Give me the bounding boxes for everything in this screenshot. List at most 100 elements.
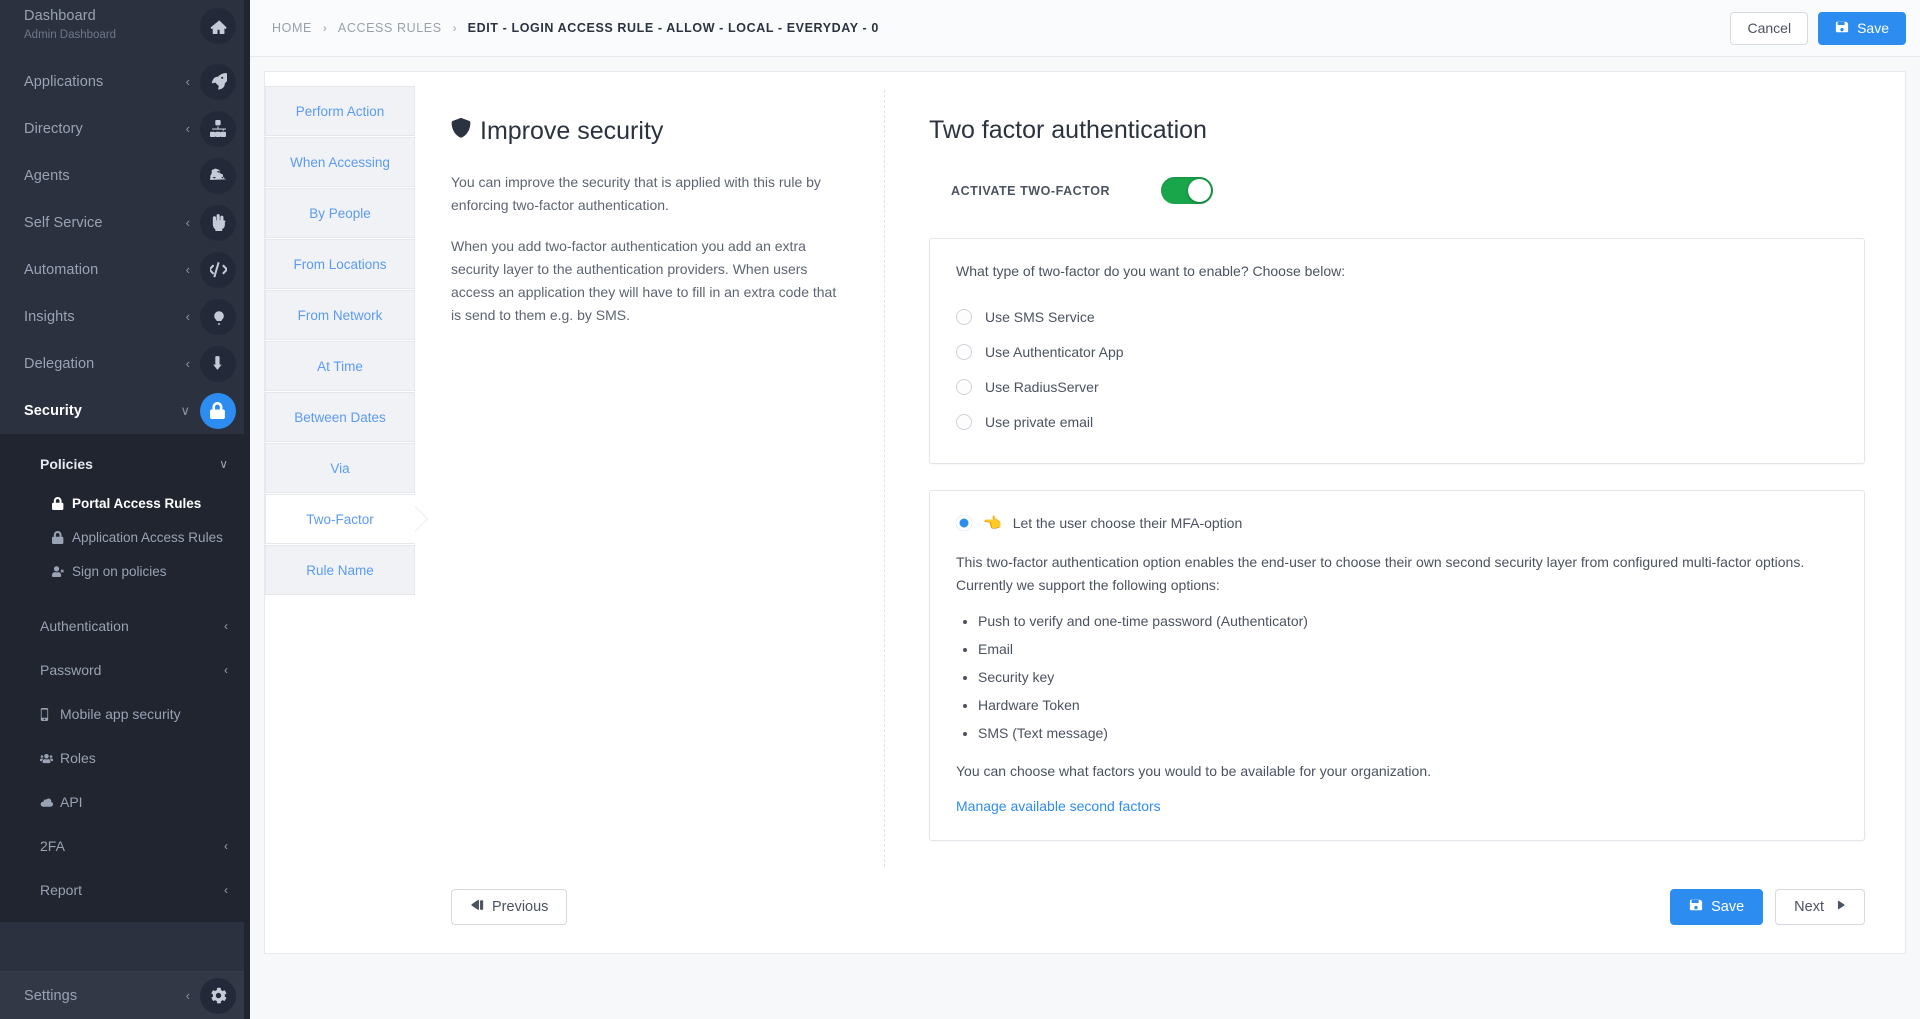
breadcrumb-item[interactable]: HOME [272, 21, 312, 35]
sidebar-section-policies[interactable]: Policies ∨ [0, 442, 250, 486]
radio-option-use-authenticator-app[interactable]: Use Authenticator App [956, 334, 1838, 369]
chevron-left-icon: ‹ [185, 356, 190, 371]
radio-button[interactable] [956, 308, 972, 325]
manage-second-factors-link[interactable]: Manage available second factors [956, 798, 1161, 814]
footer-right-actions: Save Next [1670, 889, 1865, 926]
sidebar-item-automation[interactable]: Automation ‹ [0, 246, 250, 293]
sidebar-bottom: Settings ‹ [0, 971, 250, 1019]
sidebar-item-mobile-app-security[interactable]: Mobile app security [0, 692, 250, 736]
radio-button[interactable] [956, 413, 972, 430]
sidebar-item-delegation[interactable]: Delegation ‹ [0, 340, 250, 387]
wizard-step-from-locations[interactable]: From Locations [265, 239, 415, 289]
sidebar-item-label: Self Service [24, 214, 103, 231]
sidebar-item-label: Agents [24, 167, 70, 184]
two-factor-title: Two factor authentication [929, 116, 1207, 144]
mfa-option-header[interactable]: 👈 Let the user choose their MFA-option [956, 515, 1838, 531]
sidebar-item-roles[interactable]: Roles [0, 736, 250, 780]
sidebar-item-label: Mobile app security [60, 706, 181, 722]
radio-option-use-radiusserver[interactable]: Use RadiusServer [956, 369, 1838, 404]
activate-two-factor-row: ACTIVATE TWO-FACTOR [929, 177, 1865, 204]
cubes-icon [200, 157, 236, 194]
wizard-step-when-accessing[interactable]: When Accessing [265, 137, 415, 187]
chevron-left-icon: ‹ [185, 121, 190, 136]
improve-security-paragraph-1: You can improve the security that is app… [451, 174, 821, 214]
wizard-step-rule-name[interactable]: Rule Name [265, 545, 415, 595]
wizard-step-perform-action[interactable]: Perform Action [265, 86, 415, 136]
radio-option-use-sms-service[interactable]: Use SMS Service [956, 299, 1838, 334]
sidebar-section-authentication[interactable]: Authentication ‹ [0, 604, 250, 648]
sidebar-item-applications[interactable]: Applications ‹ [0, 58, 250, 105]
chevron-down-icon: ∨ [219, 457, 228, 471]
radio-option-use-private-email[interactable]: Use private email [956, 404, 1838, 439]
sidebar-item-sublabel: Admin Dashboard [24, 29, 117, 41]
sidebar-item-insights[interactable]: Insights ‹ [0, 293, 250, 340]
wizard-steps: Perform Action When Accessing By People Fro… [265, 72, 415, 953]
wizard-step-at-time[interactable]: At Time [265, 341, 415, 391]
sidebar-item-directory[interactable]: Directory ‹ [0, 105, 250, 152]
wizard-step-via[interactable]: Via [265, 443, 415, 493]
sidebar-item-api[interactable]: API [0, 780, 250, 824]
improve-security-title-text: Improve security [480, 117, 664, 145]
floppy-icon [1689, 898, 1703, 916]
home-icon [200, 8, 236, 44]
gear-icon [200, 977, 236, 1014]
sidebar-item-settings[interactable]: Settings ‹ [0, 972, 250, 1019]
sidebar-section-password[interactable]: Password ‹ [0, 648, 250, 692]
sidebar-item-security[interactable]: Security ∨ [0, 387, 250, 434]
sidebar-section-report[interactable]: Report ‹ [0, 868, 250, 912]
floppy-icon [1835, 20, 1849, 37]
sidebar-item-label: Automation [24, 261, 99, 278]
two-factor-type-box: What type of two-factor do you want to e… [929, 238, 1865, 464]
sidebar-security-submenu: Policies ∨ Portal Access Rules Applicatio… [0, 434, 250, 922]
save-button[interactable]: Save [1818, 11, 1906, 45]
user-times-icon [52, 565, 65, 578]
mfa-option-item: SMS (Text message) [978, 724, 1838, 744]
radio-button[interactable] [956, 343, 972, 360]
sidebar-sub-sections: Authentication ‹ Password ‹ [0, 604, 250, 692]
mfa-supported-options: Push to verify and one-time password (Au… [978, 612, 1838, 743]
sidebar: Dashboard Admin Dashboard Applications ‹ Dir… [0, 0, 250, 1019]
two-factor-type-question: What type of two-factor do you want to e… [956, 263, 1346, 279]
arrow-left-icon [470, 898, 484, 916]
sidebar-item-label: Security [24, 402, 83, 419]
cancel-button[interactable]: Cancel [1730, 11, 1809, 45]
chevron-left-icon: ‹ [185, 215, 190, 230]
sidebar-item-agents[interactable]: Agents [0, 152, 250, 199]
chevron-down-icon: ∨ [180, 402, 190, 418]
hand-pointer-icon [200, 204, 236, 241]
breadcrumb-item[interactable]: ACCESS RULES [338, 21, 442, 35]
improve-security-pane: Improve security You can improve the sec… [415, 90, 885, 868]
sidebar-section-2fa[interactable]: 2FA ‹ [0, 824, 250, 868]
sidebar-item-sign-on-policies[interactable]: Sign on policies [0, 554, 250, 588]
sidebar-item-portal-access-rules[interactable]: Portal Access Rules [0, 486, 250, 520]
chevron-left-icon: ‹ [185, 309, 190, 324]
sidebar-sub-items: Mobile app security Roles API [0, 692, 250, 824]
wizard-card: Perform Action When Accessing By People Fro… [264, 71, 1906, 955]
radio-button[interactable] [956, 378, 972, 395]
sidebar-item-self-service[interactable]: Self Service ‹ [0, 199, 250, 246]
activate-two-factor-toggle[interactable] [1161, 177, 1213, 204]
mfa-option-item: Hardware Token [978, 696, 1838, 716]
previous-button[interactable]: Previous [451, 889, 568, 926]
breadcrumb-separator: › [322, 21, 327, 35]
main-area: HOME › ACCESS RULES › EDIT - LOGIN ACCESS RU… [250, 0, 1920, 1019]
sidebar-item-dashboard[interactable]: Dashboard Admin Dashboard [0, 0, 250, 58]
sidebar-section-label: Password [40, 662, 102, 678]
sidebar-item-application-access-rules[interactable]: Application Access Rules [0, 520, 250, 554]
footer-save-button[interactable]: Save [1670, 889, 1764, 926]
sidebar-section-policies-label: Policies [40, 456, 93, 472]
app-root: Dashboard Admin Dashboard Applications ‹ Dir… [0, 0, 1920, 1019]
radio-option-label: Use Authenticator App [985, 343, 1124, 360]
chevron-left-icon: ‹ [185, 262, 190, 277]
sidebar-item-label: Directory [24, 120, 83, 137]
sidebar-item-label: Applications [24, 73, 104, 90]
wizard-step-two-factor[interactable]: Two-Factor [265, 494, 415, 544]
mfa-option-radio[interactable] [956, 515, 972, 531]
next-button[interactable]: Next [1775, 889, 1865, 926]
wizard-step-from-network[interactable]: From Network [265, 290, 415, 340]
previous-button-label: Previous [492, 899, 549, 916]
wizard-step-between-dates[interactable]: Between Dates [265, 392, 415, 442]
chevron-left-icon: ‹ [224, 619, 228, 633]
wizard-step-by-people[interactable]: By People [265, 188, 415, 238]
